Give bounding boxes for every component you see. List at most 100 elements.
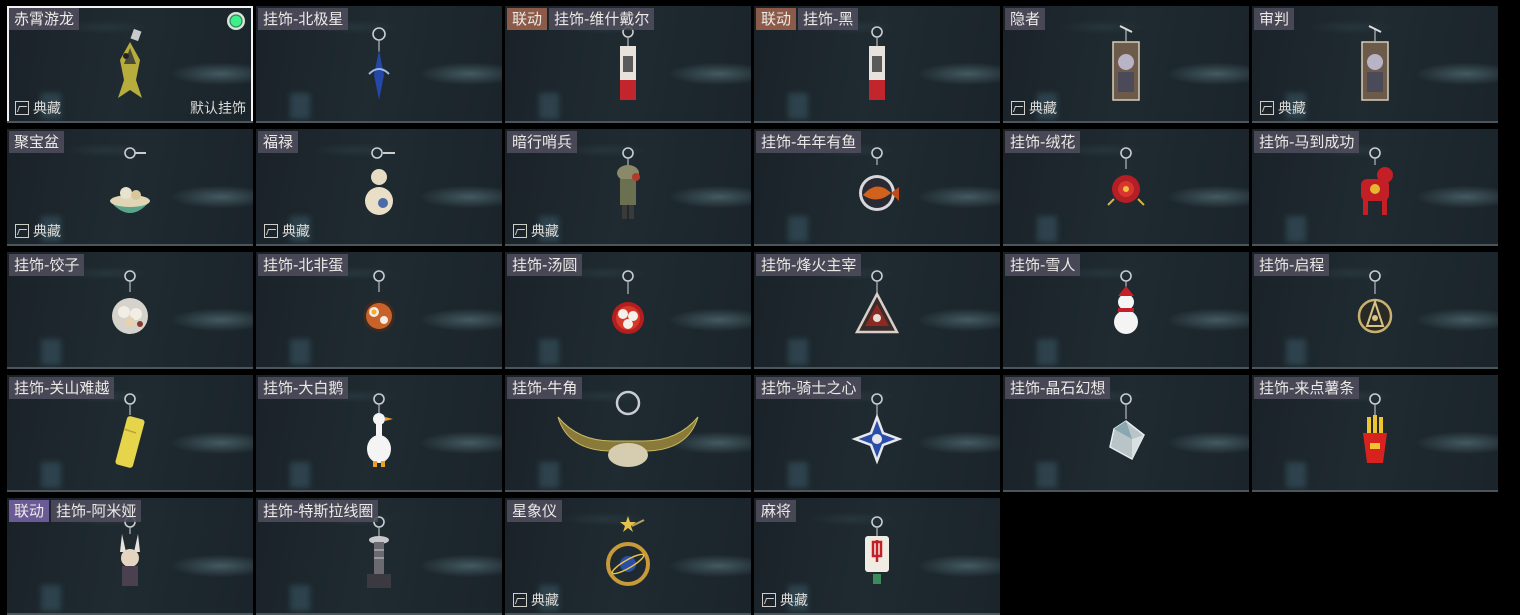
collection-badge: 典藏 [1260, 98, 1306, 118]
red-tag-charm-icon [598, 20, 658, 110]
dragon-figure-icon [100, 20, 160, 110]
charm-card[interactable]: 挂饰-烽火主宰 [754, 252, 1000, 369]
collection-label: 典藏 [531, 224, 559, 240]
soldier-figure-icon [598, 143, 658, 233]
collection-label: 典藏 [780, 593, 808, 609]
charm-label: 挂饰-启程 [1254, 254, 1330, 276]
collection-badge: 典藏 [15, 98, 61, 118]
charm-card[interactable]: 挂饰-年年有鱼 [754, 129, 1000, 246]
treasure-bowl-icon [100, 143, 160, 233]
snowman-icon [1096, 266, 1156, 356]
charm-label: 挂饰-汤圆 [507, 254, 583, 276]
charm-name: 挂饰-来点薯条 [1254, 377, 1360, 399]
collection-label: 典藏 [531, 593, 559, 609]
charm-card[interactable]: 挂饰-晶石幻想 [1003, 375, 1249, 492]
charm-label: 挂饰-骑士之心 [756, 377, 862, 399]
charm-label: 麻将 [756, 500, 797, 522]
charm-name: 暗行哨兵 [507, 131, 578, 153]
charm-card[interactable]: 挂饰-骑士之心 [754, 375, 1000, 492]
charm-card[interactable]: 挂饰-大白鹅 [256, 375, 502, 492]
charm-card[interactable]: 隐者典藏 [1003, 6, 1249, 123]
armillary-sphere-icon [598, 512, 658, 602]
collection-image-icon [1011, 101, 1025, 115]
charm-name: 挂饰-北非蛋 [258, 254, 349, 276]
charm-label: 挂饰-北非蛋 [258, 254, 349, 276]
bunny-figure-icon [100, 512, 160, 602]
charm-name: 挂饰-年年有鱼 [756, 131, 862, 153]
collab-tag: 联动 [756, 8, 797, 30]
collection-image-icon [15, 224, 29, 238]
charm-card[interactable]: 挂饰-牛角 [505, 375, 751, 492]
fries-icon [1345, 389, 1405, 479]
collection-badge: 典藏 [264, 221, 310, 241]
charm-name: 挂饰-饺子 [9, 254, 85, 276]
red-tag-charm-icon [847, 20, 907, 110]
charm-name: 挂饰-汤圆 [507, 254, 583, 276]
charm-name: 挂饰-阿米娅 [51, 500, 142, 522]
gourd-icon [349, 143, 409, 233]
charm-label: 挂饰-特斯拉线圈 [258, 500, 379, 522]
charm-label: 挂饰-大白鹅 [258, 377, 349, 399]
charm-label: 挂饰-马到成功 [1254, 131, 1360, 153]
charm-name: 赤霄游龙 [9, 8, 80, 30]
charm-card[interactable]: 挂饰-启程 [1252, 252, 1498, 369]
charm-name: 聚宝盆 [9, 131, 65, 153]
charm-name: 挂饰-大白鹅 [258, 377, 349, 399]
charm-name: 福禄 [258, 131, 299, 153]
goose-icon [349, 389, 409, 479]
charm-card[interactable]: 赤霄游龙 典藏 默认挂饰 [7, 6, 253, 123]
charm-card[interactable]: 联动 挂饰-黑 [754, 6, 1000, 123]
charm-label: 挂饰-北极星 [258, 8, 349, 30]
charm-name: 挂饰-特斯拉线圈 [258, 500, 379, 522]
charm-card[interactable]: 挂饰-北非蛋 [256, 252, 502, 369]
crystal-cube-icon [1096, 389, 1156, 479]
charm-label: 挂饰-雪人 [1005, 254, 1081, 276]
charm-name: 挂饰-绒花 [1005, 131, 1081, 153]
charm-name: 挂饰-烽火主宰 [756, 254, 862, 276]
collection-badge: 典藏 [513, 590, 559, 610]
mahjong-tile-icon [847, 512, 907, 602]
charm-label: 联动 挂饰-维什戴尔 [507, 8, 655, 30]
rice-ball-bowl-icon [598, 266, 658, 356]
charm-card[interactable]: 挂饰-雪人 [1003, 252, 1249, 369]
knight-cross-icon [847, 389, 907, 479]
charm-card[interactable]: 挂饰-特斯拉线圈 [256, 498, 502, 615]
collection-label: 典藏 [1029, 101, 1057, 117]
charm-label: 挂饰-牛角 [507, 377, 583, 399]
charm-card[interactable]: 挂饰-来点薯条 [1252, 375, 1498, 492]
fish-plate-icon [847, 143, 907, 233]
charm-label: 联动 挂饰-黑 [756, 8, 859, 30]
charm-card[interactable]: 星象仪 典藏 [505, 498, 751, 615]
collection-label: 典藏 [33, 224, 61, 240]
charm-name: 挂饰-北极星 [258, 8, 349, 30]
charm-card[interactable]: 联动 挂饰-阿米娅 [7, 498, 253, 615]
charm-label: 隐者 [1005, 8, 1046, 30]
charm-card[interactable]: 挂饰-关山难越 [7, 375, 253, 492]
charm-grid: 赤霄游龙 典藏 默认挂饰 挂饰-北极星 联动 挂饰-维什戴尔 联动 挂饰-黑 隐者 典藏 审判 典藏聚… [7, 6, 1498, 615]
charm-label: 挂饰-烽火主宰 [756, 254, 862, 276]
charm-card[interactable]: 挂饰-绒花 [1003, 129, 1249, 246]
charm-name: 审判 [1254, 8, 1295, 30]
charm-card[interactable]: 审判典藏 [1252, 6, 1498, 123]
charm-card[interactable]: 挂饰-北极星 [256, 6, 502, 123]
charm-label: 挂饰-晶石幻想 [1005, 377, 1111, 399]
charm-label: 审判 [1254, 8, 1295, 30]
charm-name: 麻将 [756, 500, 797, 522]
charm-card[interactable]: 麻将典藏 [754, 498, 1000, 615]
velvet-flower-icon [1096, 143, 1156, 233]
tarot-card-icon [1096, 20, 1156, 110]
charm-card[interactable]: 挂饰-饺子 [7, 252, 253, 369]
charm-card[interactable]: 挂饰-马到成功 [1252, 129, 1498, 246]
charm-card[interactable]: 聚宝盆典藏 [7, 129, 253, 246]
charm-card[interactable]: 暗行哨兵 典藏 [505, 129, 751, 246]
collection-badge: 典藏 [513, 221, 559, 241]
tarot-card-icon [1345, 20, 1405, 110]
collab-tag: 联动 [507, 8, 548, 30]
charm-label: 聚宝盆 [9, 131, 65, 153]
charm-card[interactable]: 挂饰-汤圆 [505, 252, 751, 369]
charm-name: 挂饰-维什戴尔 [549, 8, 655, 30]
charm-name: 挂饰-黑 [798, 8, 859, 30]
charm-card[interactable]: 福禄典藏 [256, 129, 502, 246]
charm-card[interactable]: 联动 挂饰-维什戴尔 [505, 6, 751, 123]
charm-label: 挂饰-关山难越 [9, 377, 115, 399]
